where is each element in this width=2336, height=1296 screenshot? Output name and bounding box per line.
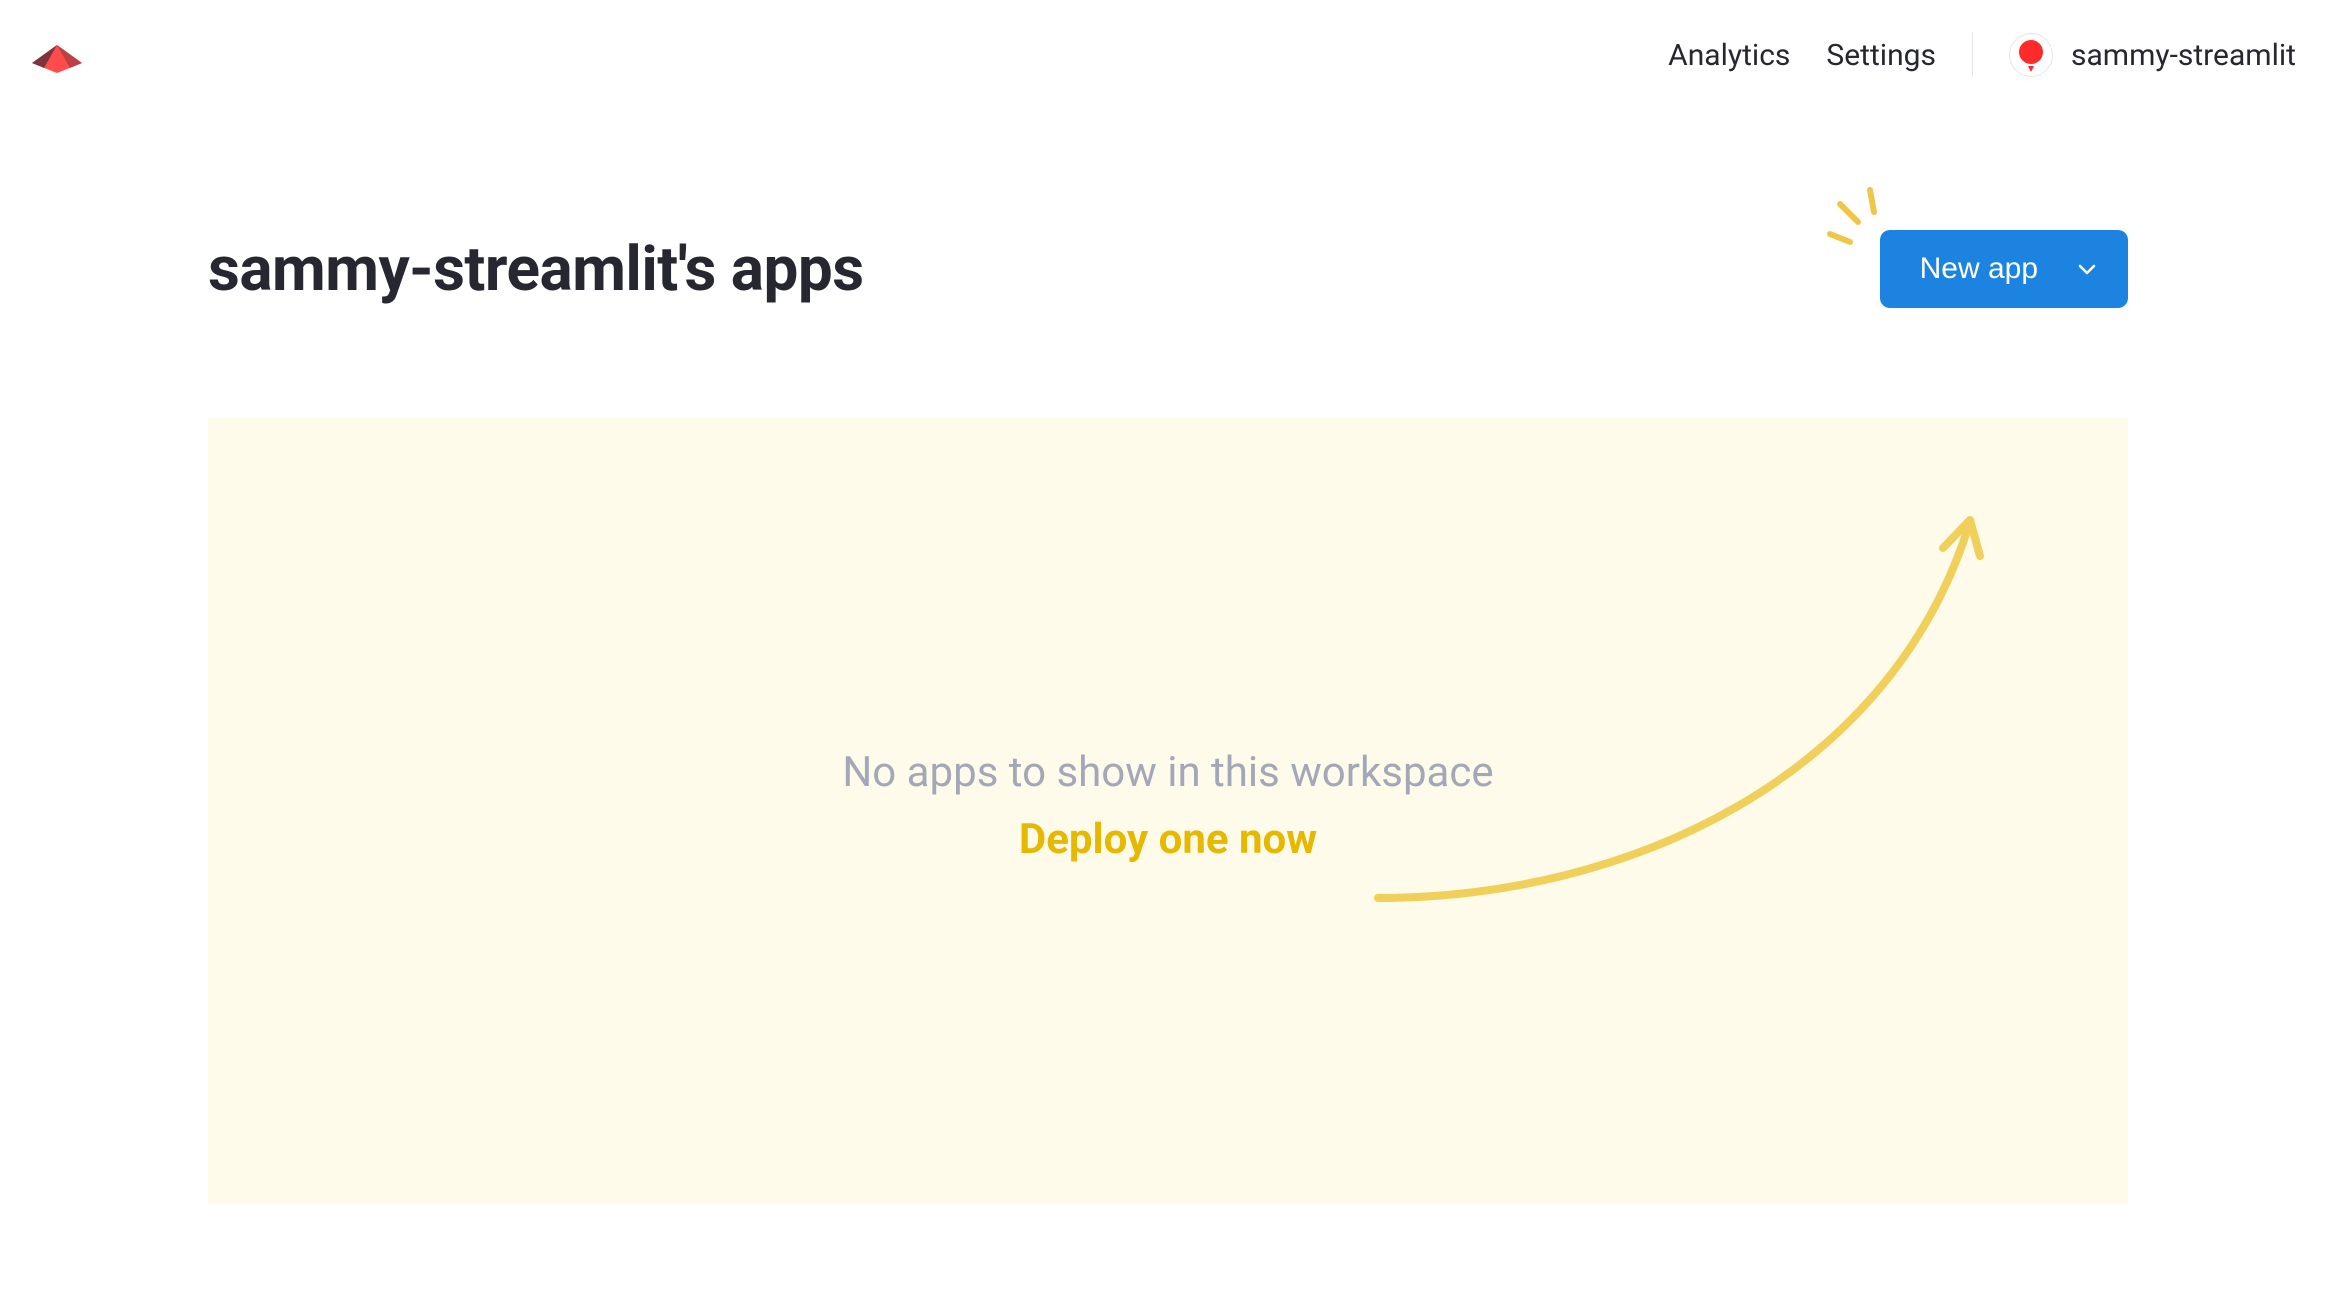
- arrow-illustration: [1368, 498, 2008, 918]
- chevron-down-icon: [2078, 260, 2096, 278]
- topbar: Analytics Settings sammy-streamlit: [0, 0, 2336, 90]
- header-row: sammy-streamlit's apps New app: [208, 230, 2128, 308]
- top-nav: Analytics Settings sammy-streamlit: [1668, 33, 2296, 77]
- empty-message: No apps to show in this workspace: [842, 748, 1493, 797]
- analytics-link[interactable]: Analytics: [1668, 38, 1790, 73]
- settings-link[interactable]: Settings: [1826, 38, 1936, 73]
- avatar: [2009, 33, 2053, 77]
- main-container: sammy-streamlit's apps New app No apps t…: [208, 90, 2128, 1204]
- new-app-label: New app: [1920, 252, 2038, 286]
- page-title: sammy-streamlit's apps: [208, 233, 864, 306]
- balloon-icon: [2019, 40, 2043, 70]
- deploy-link[interactable]: Deploy one now: [1019, 815, 1317, 864]
- streamlit-logo[interactable]: [30, 35, 85, 75]
- username-label: sammy-streamlit: [2071, 38, 2296, 73]
- nav-divider: [1972, 33, 1973, 77]
- user-menu[interactable]: sammy-streamlit: [2009, 33, 2296, 77]
- empty-state: No apps to show in this workspace Deploy…: [208, 418, 2128, 1204]
- new-app-wrap: New app: [1880, 230, 2128, 308]
- spark-icon: [1820, 184, 1890, 254]
- new-app-button[interactable]: New app: [1880, 230, 2128, 308]
